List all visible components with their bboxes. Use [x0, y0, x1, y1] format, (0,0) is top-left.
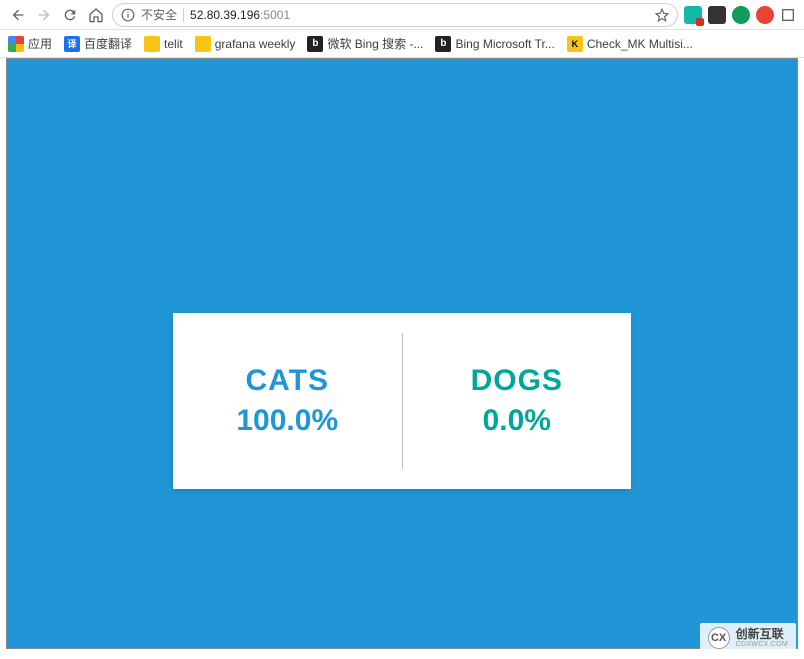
bookmark-baidu-translate[interactable]: 译 百度翻译: [64, 35, 132, 52]
bookmark-bing-ms[interactable]: b Bing Microsoft Tr...: [435, 36, 554, 52]
extension-icon-2[interactable]: [708, 6, 726, 24]
site-insecure-label: 不安全: [141, 6, 177, 23]
extension-icon-5[interactable]: [780, 7, 796, 23]
bing-icon: b: [435, 36, 451, 52]
bookmark-label: telit: [164, 37, 183, 51]
bookmark-label: 百度翻译: [84, 35, 132, 52]
result-cats: CATS 100.0%: [173, 313, 402, 489]
extension-icon-1[interactable]: [684, 6, 702, 24]
bookmark-grafana[interactable]: grafana weekly: [195, 36, 296, 52]
bookmark-check-mk[interactable]: K Check_MK Multisi...: [567, 36, 693, 52]
folder-icon: [195, 36, 211, 52]
bookmark-label: Check_MK Multisi...: [587, 37, 693, 51]
extension-icon-3[interactable]: [732, 6, 750, 24]
info-icon: [121, 8, 135, 22]
address-url: 52.80.39.196:5001: [190, 8, 649, 22]
browser-navbar: 不安全 52.80.39.196:5001: [0, 0, 804, 30]
bookmark-label: 应用: [28, 35, 52, 52]
nav-forward-button[interactable]: [34, 5, 54, 25]
nav-back-button[interactable]: [8, 5, 28, 25]
watermark-logo: CX: [708, 627, 730, 649]
nav-reload-button[interactable]: [60, 5, 80, 25]
apps-icon: [8, 36, 24, 52]
bookmark-label: grafana weekly: [215, 37, 296, 51]
cats-label: CATS: [246, 364, 329, 398]
reload-icon: [62, 7, 78, 23]
dogs-value: 0.0%: [483, 404, 551, 438]
watermark-sub: CDXWCX.COM: [736, 641, 788, 649]
bookmark-label: Bing Microsoft Tr...: [455, 37, 554, 51]
bing-icon: b: [307, 36, 323, 52]
address-bar[interactable]: 不安全 52.80.39.196:5001: [112, 3, 678, 27]
extension-icon-4[interactable]: [756, 6, 774, 24]
bookmark-apps[interactable]: 应用: [8, 35, 52, 52]
bookmark-bing-cn[interactable]: b 微软 Bing 搜索 -...: [307, 35, 423, 52]
nav-home-button[interactable]: [86, 5, 106, 25]
watermark-text: 创新互联 CDXWCX.COM: [736, 628, 788, 649]
bookmark-star-icon[interactable]: [655, 8, 669, 22]
check-mk-icon: K: [567, 36, 583, 52]
result-dogs: DOGS 0.0%: [403, 313, 632, 489]
cats-value: 100.0%: [236, 404, 338, 438]
bookmark-label: 微软 Bing 搜索 -...: [327, 35, 423, 52]
arrow-left-icon: [10, 7, 26, 23]
bookmarks-bar: 应用 译 百度翻译 telit grafana weekly b 微软 Bing…: [0, 30, 804, 58]
bookmark-telit[interactable]: telit: [144, 36, 183, 52]
translate-icon: 译: [64, 36, 80, 52]
address-separator: [183, 8, 184, 22]
vote-result-card: CATS 100.0% DOGS 0.0%: [173, 313, 631, 489]
arrow-right-icon: [36, 7, 52, 23]
page-viewport: CATS 100.0% DOGS 0.0%: [6, 58, 798, 649]
dogs-label: DOGS: [471, 364, 563, 398]
watermark-main: 创新互联: [736, 628, 788, 641]
home-icon: [88, 7, 104, 23]
watermark: CX 创新互联 CDXWCX.COM: [700, 623, 796, 653]
folder-icon: [144, 36, 160, 52]
